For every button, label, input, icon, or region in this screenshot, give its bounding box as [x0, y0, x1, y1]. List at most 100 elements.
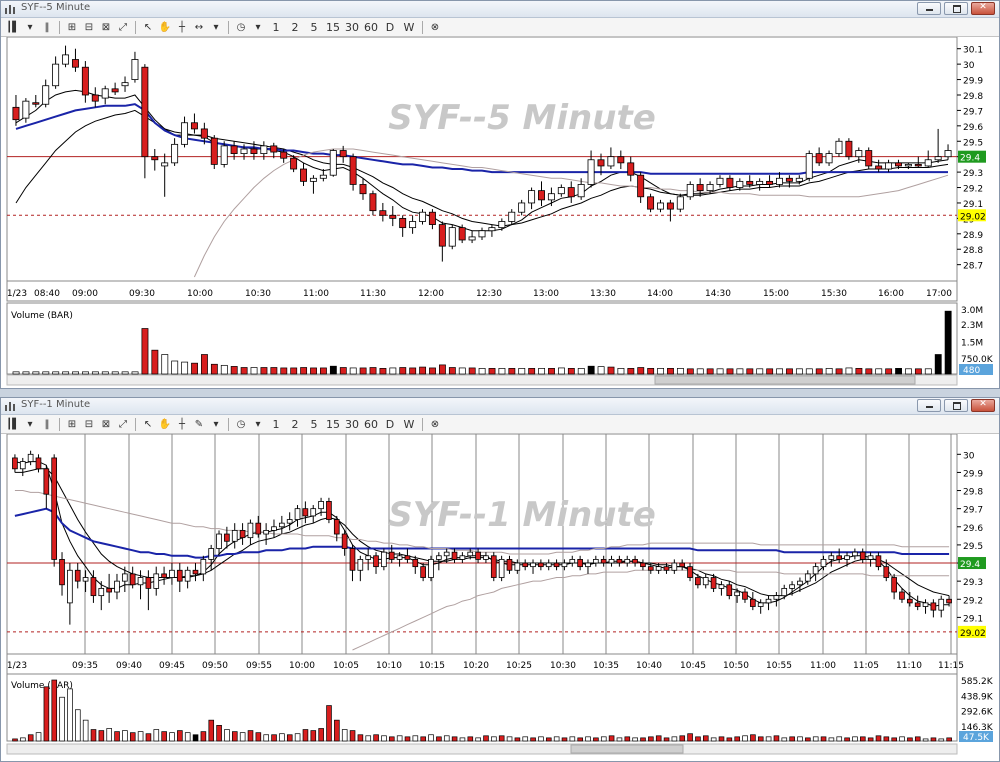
horizontal-scrollbar[interactable]: [6, 743, 958, 755]
timeframe-60[interactable]: 60: [362, 417, 380, 431]
timeframe-5[interactable]: 5: [305, 20, 323, 34]
minimize-button[interactable]: [917, 2, 941, 15]
crosshair-icon[interactable]: ┼: [174, 20, 190, 34]
clock-icon[interactable]: ◷: [233, 417, 249, 431]
x-tick-label: 10:15: [419, 661, 445, 671]
candle-body: [746, 180, 754, 185]
volume-bar: [329, 365, 337, 375]
cancel-icon[interactable]: ⊗: [427, 20, 443, 34]
dropdown-arrow-icon[interactable]: ▾: [208, 20, 224, 34]
minimize-button[interactable]: [917, 399, 941, 412]
dropdown-arrow-icon[interactable]: ▾: [22, 417, 38, 431]
dropdown-arrow-icon[interactable]: ▾: [250, 20, 266, 34]
timeframe-1[interactable]: 1: [267, 417, 285, 431]
cancel-icon[interactable]: ⊗: [427, 417, 443, 431]
zoom-out-icon[interactable]: ⊟: [81, 20, 97, 34]
timeframe-2[interactable]: 2: [286, 20, 304, 34]
hand-icon[interactable]: ✋: [157, 20, 173, 34]
pan-horizontal-icon[interactable]: ↔: [191, 20, 207, 34]
volume-bar: [750, 734, 756, 742]
volume-bar: [786, 368, 793, 375]
price-chart-5-minute[interactable]: SYF--5 Minute28.728.828.92929.129.229.32…: [1, 37, 999, 388]
hand-icon[interactable]: ✋: [157, 417, 173, 431]
pointer-icon[interactable]: ↖: [140, 20, 156, 34]
price-plot-area: [6, 434, 958, 655]
volume-plot-area: [6, 673, 958, 742]
close-button[interactable]: [971, 2, 995, 15]
dropdown-arrow-icon[interactable]: ▾: [22, 20, 38, 34]
volume-bar: [624, 736, 631, 742]
timeframe-1[interactable]: 1: [267, 20, 285, 34]
volume-bar: [934, 354, 942, 375]
fit-icon[interactable]: ⊠: [98, 417, 114, 431]
candle-body: [208, 548, 215, 560]
pause-icon[interactable]: ‖: [39, 417, 55, 431]
candle-body: [161, 162, 169, 167]
timeframe-5[interactable]: 5: [305, 417, 323, 431]
candle-body: [428, 559, 434, 578]
maximize-button[interactable]: [944, 399, 968, 412]
volume-bar: [718, 736, 725, 742]
maximize-button[interactable]: [944, 2, 968, 15]
timeframe-2[interactable]: 2: [286, 417, 304, 431]
timeframe-weekly[interactable]: W: [400, 417, 418, 431]
title-bar[interactable]: SYF--1 Minute: [1, 398, 999, 415]
candle-body: [319, 174, 327, 179]
volume-bar: [640, 737, 646, 742]
bar-style-icon[interactable]: ┃▌: [5, 417, 21, 431]
volume-bar: [663, 737, 670, 742]
volume-bar: [32, 371, 40, 375]
bar-style-icon[interactable]: ┃▌: [5, 20, 21, 34]
volume-bar: [577, 368, 585, 375]
x-tick-label: 1/23: [7, 661, 27, 671]
expand-icon[interactable]: ⤢: [115, 20, 131, 34]
pointer-icon[interactable]: ↖: [140, 417, 156, 431]
pencil-icon[interactable]: ✎: [191, 417, 207, 431]
fit-icon[interactable]: ⊠: [98, 20, 114, 34]
x-tick-label: 10:05: [333, 661, 359, 671]
candle-body: [577, 184, 585, 198]
chart-window-1-minute[interactable]: SYF--1 Minute ┃▌ ▾ ‖ ⊞ ⊟ ⊠ ⤢ ↖ ✋ ┼ ✎ ▾ ◷…: [0, 397, 1000, 762]
volume-bar: [250, 367, 258, 375]
candle-body: [22, 100, 30, 119]
timeframe-weekly[interactable]: W: [400, 20, 418, 34]
candle-body: [250, 148, 258, 155]
volume-bar: [177, 730, 183, 742]
candle-body: [687, 566, 693, 578]
dropdown-arrow-icon[interactable]: ▾: [250, 417, 266, 431]
volume-bar: [836, 736, 843, 742]
volume-bar: [757, 736, 764, 742]
candle-body: [240, 148, 248, 155]
expand-icon[interactable]: ⤢: [115, 417, 131, 431]
timeframe-30[interactable]: 30: [343, 20, 361, 34]
title-bar[interactable]: SYF--5 Minute: [1, 1, 999, 18]
timeframe-daily[interactable]: D: [381, 20, 399, 34]
timeframe-15[interactable]: 15: [324, 417, 342, 431]
scrollbar-thumb[interactable]: [654, 375, 916, 385]
timeframe-60[interactable]: 60: [362, 20, 380, 34]
close-button[interactable]: [971, 399, 995, 412]
price-chart-1-minute[interactable]: SYF--1 Minute 29.1 29.2 29.3 29.4 29.5 29.6 29.…: [1, 434, 999, 761]
volume-tick-label: 585.2K: [961, 677, 994, 687]
volume-bar: [498, 735, 505, 742]
zoom-out-icon[interactable]: ⊟: [81, 417, 97, 431]
crosshair-icon[interactable]: ┼: [174, 417, 190, 431]
timeframe-30[interactable]: 30: [343, 417, 361, 431]
y-tick-label: 30.1: [963, 46, 983, 56]
candle-body: [224, 533, 230, 542]
scrollbar-thumb[interactable]: [570, 744, 684, 754]
clock-icon[interactable]: ◷: [233, 20, 249, 34]
candle-body: [71, 59, 79, 68]
zoom-in-icon[interactable]: ⊞: [64, 20, 80, 34]
chart-window-5-minute[interactable]: SYF--5 Minute ┃▌ ▾ ‖ ⊞ ⊟ ⊠ ⤢ ↖ ✋ ┼ ↔ ▾ ◷…: [0, 0, 1000, 389]
volume-bar: [648, 736, 654, 742]
candle-body: [200, 559, 207, 575]
volume-bar: [67, 688, 73, 742]
dropdown-arrow-icon[interactable]: ▾: [208, 417, 224, 431]
zoom-in-icon[interactable]: ⊞: [64, 417, 80, 431]
volume-bar: [448, 367, 456, 375]
pause-icon[interactable]: ‖: [39, 20, 55, 34]
timeframe-daily[interactable]: D: [381, 417, 399, 431]
timeframe-15[interactable]: 15: [324, 20, 342, 34]
volume-bar: [657, 368, 665, 375]
